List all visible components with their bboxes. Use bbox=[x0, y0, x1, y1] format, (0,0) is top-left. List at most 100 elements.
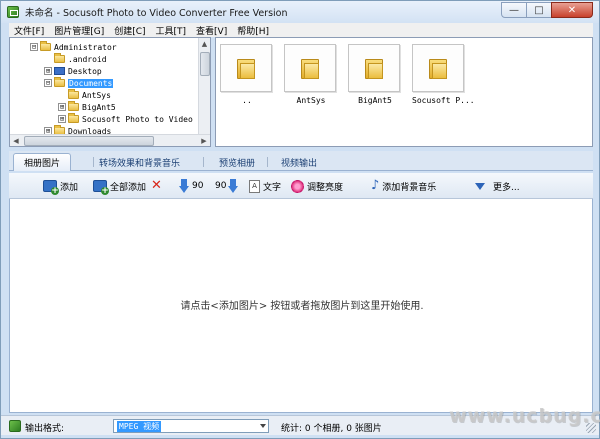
app-window: 未命名 - Socusoft Photo to Video Converter … bbox=[0, 0, 600, 439]
rotate-right-button[interactable]: 90 bbox=[215, 178, 241, 194]
rotate-left-icon bbox=[179, 179, 189, 193]
folder-icon bbox=[68, 101, 79, 111]
tree-horizontal-scrollbar[interactable]: ◀ ▶ bbox=[10, 134, 210, 146]
title-bar: 未命名 - Socusoft Photo to Video Converter … bbox=[1, 1, 599, 23]
tree-item-socusoft[interactable]: ⊞ Socusoft Photo to Video C bbox=[58, 113, 202, 125]
folder-icon bbox=[40, 41, 51, 51]
more-button[interactable]: 更多... bbox=[475, 178, 520, 194]
thumbnail-label: .. bbox=[242, 96, 252, 105]
tree-item-bigant5[interactable]: ⊞ BigAnt5 bbox=[58, 101, 116, 113]
tree-item-documents[interactable]: ⊟ Documents bbox=[44, 77, 114, 89]
tab-video-output[interactable]: 视频输出 bbox=[271, 154, 327, 171]
album-stats: 统计: 0 个相册, 0 张图片 bbox=[281, 424, 382, 434]
add-all-button-label: 全部添加 bbox=[110, 182, 147, 193]
add-all-button[interactable]: 全部添加 bbox=[93, 178, 147, 195]
close-button[interactable]: ✕ bbox=[551, 2, 593, 18]
output-format-icon bbox=[9, 420, 21, 432]
thumbnail-label: BigAnt5 bbox=[358, 96, 392, 105]
photo-toolbar: 添加 全部添加 ✕ 90 90 A 文字 调整亮度 ♪ 添加背景音乐 bbox=[9, 173, 593, 199]
folder-icon bbox=[54, 53, 65, 63]
brightness-button[interactable]: 调整亮度 bbox=[291, 178, 343, 194]
thumbnail-bigant5[interactable]: BigAnt5 bbox=[348, 44, 402, 105]
tree-item-label: Administrator bbox=[54, 42, 117, 52]
desktop-icon bbox=[54, 67, 65, 75]
menu-create[interactable]: 创建[C] bbox=[109, 24, 150, 37]
rotate-left-button[interactable]: 90 bbox=[179, 178, 203, 194]
output-format-select[interactable]: MPEG 视频 bbox=[113, 419, 269, 433]
add-photo-icon bbox=[43, 180, 59, 195]
folder-icon bbox=[363, 57, 385, 79]
chevron-down-icon bbox=[475, 182, 485, 190]
scroll-thumb[interactable] bbox=[24, 136, 154, 146]
thumbnail-frame bbox=[412, 44, 464, 92]
dropdown-arrow-icon[interactable] bbox=[260, 424, 266, 428]
rotate-right-label: 90 bbox=[215, 181, 227, 191]
tree-item-label: BigAnt5 bbox=[82, 102, 116, 112]
more-button-label: 更多... bbox=[493, 182, 520, 193]
thumbnail-frame bbox=[220, 44, 272, 92]
scroll-up-icon[interactable]: ▲ bbox=[199, 38, 210, 50]
maximize-button[interactable]: □ bbox=[526, 2, 552, 18]
add-music-button-label: 添加背景音乐 bbox=[382, 182, 437, 193]
tab-preview-album[interactable]: 预览相册 bbox=[209, 154, 265, 171]
expand-icon[interactable]: ⊞ bbox=[58, 115, 66, 123]
tree-item-antsys[interactable]: AntSys bbox=[68, 89, 111, 101]
delete-icon: ✕ bbox=[151, 178, 162, 193]
output-format-label: 输出格式: bbox=[25, 424, 65, 434]
tab-bar: 相册图片 转场效果和背景音乐 预览相册 视频输出 bbox=[9, 151, 593, 171]
thumbnail-label: AntSys bbox=[296, 96, 326, 105]
music-note-icon: ♪ bbox=[371, 178, 380, 193]
minimize-button[interactable]: — bbox=[501, 2, 527, 18]
tree-item-android[interactable]: .android bbox=[54, 53, 107, 65]
window-controls: — □ ✕ bbox=[501, 2, 593, 18]
text-button-label: 文字 bbox=[263, 182, 282, 193]
folder-icon bbox=[68, 113, 79, 123]
scroll-thumb[interactable] bbox=[200, 52, 210, 76]
brightness-button-label: 调整亮度 bbox=[307, 182, 344, 193]
scroll-right-icon[interactable]: ▶ bbox=[198, 135, 210, 146]
tab-transitions-music[interactable]: 转场效果和背景音乐 bbox=[89, 154, 190, 171]
rotate-right-icon bbox=[228, 179, 239, 193]
menu-file[interactable]: 文件[F] bbox=[9, 24, 49, 37]
menu-help[interactable]: 帮助[H] bbox=[232, 24, 274, 37]
delete-button[interactable]: ✕ bbox=[151, 178, 165, 194]
thumbnail-socusoft[interactable]: Socusoft P... bbox=[412, 44, 475, 105]
add-button[interactable]: 添加 bbox=[43, 178, 79, 195]
thumbnail-parent-folder[interactable]: .. bbox=[220, 44, 274, 105]
tree-vertical-scrollbar[interactable]: ▲ bbox=[198, 38, 210, 134]
add-all-photos-icon bbox=[93, 180, 109, 195]
scroll-left-icon[interactable]: ◀ bbox=[10, 135, 22, 146]
folder-icon bbox=[299, 57, 321, 79]
drop-hint-text: 请点击<添加图片> 按钮或者拖放图片到这里开始使用. bbox=[180, 301, 424, 312]
rotate-left-label: 90 bbox=[192, 181, 204, 191]
tree-item-desktop[interactable]: ⊞ Desktop bbox=[44, 65, 102, 77]
add-music-button[interactable]: ♪ 添加背景音乐 bbox=[371, 178, 436, 194]
folder-tree[interactable]: ⊟ Administrator .android ⊞ Desktop ⊟ Doc… bbox=[9, 37, 211, 147]
thumbnail-frame bbox=[284, 44, 336, 92]
add-button-label: 添加 bbox=[60, 182, 79, 193]
folder-icon bbox=[235, 57, 257, 79]
folder-icon bbox=[427, 57, 449, 79]
folder-thumbnail-panel: .. AntSys BigAnt5 Socusoft P... bbox=[215, 37, 593, 147]
photo-drop-area[interactable]: 请点击<添加图片> 按钮或者拖放图片到这里开始使用. bbox=[9, 199, 593, 413]
tab-divider bbox=[267, 157, 268, 167]
thumbnail-antsys[interactable]: AntSys bbox=[284, 44, 338, 105]
tree-item-label: Socusoft Photo to Video C bbox=[82, 114, 203, 124]
tree-item-label: AntSys bbox=[82, 90, 111, 100]
tree-item-label: Desktop bbox=[68, 66, 102, 76]
expand-icon[interactable]: ⊞ bbox=[58, 103, 66, 111]
tab-album-photos[interactable]: 相册图片 bbox=[13, 153, 72, 171]
folder-icon bbox=[54, 77, 65, 87]
brightness-icon bbox=[291, 179, 304, 193]
menu-image-manage[interactable]: 图片管理[G] bbox=[49, 24, 109, 37]
collapse-icon[interactable]: ⊟ bbox=[44, 79, 52, 87]
menu-tools[interactable]: 工具[T] bbox=[151, 24, 192, 37]
text-icon: A bbox=[249, 179, 260, 193]
menu-view[interactable]: 查看[V] bbox=[191, 24, 232, 37]
expand-icon[interactable]: ⊞ bbox=[44, 67, 52, 75]
collapse-icon[interactable]: ⊟ bbox=[30, 43, 38, 51]
watermark: www.ucbug.cc bbox=[449, 405, 600, 427]
text-button[interactable]: A 文字 bbox=[249, 178, 281, 194]
tree-item-administrator[interactable]: ⊟ Administrator bbox=[30, 41, 117, 53]
app-logo-icon bbox=[7, 6, 19, 18]
